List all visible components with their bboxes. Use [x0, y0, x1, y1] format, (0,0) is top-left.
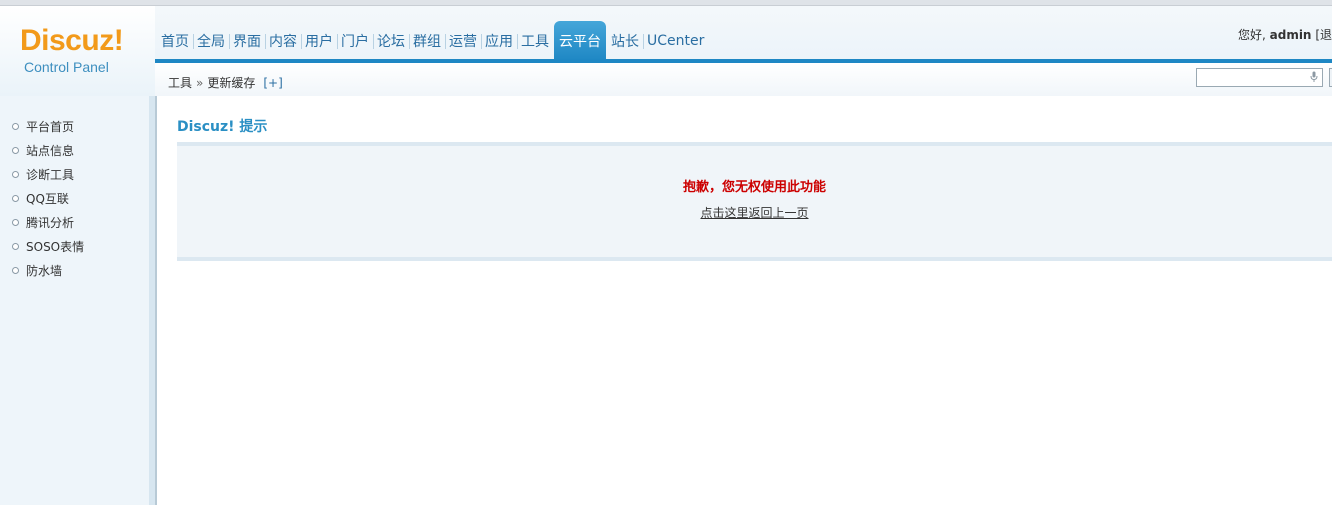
- nav-item-ucenter[interactable]: UCenter: [643, 21, 708, 61]
- sidebar-item-qq-connect[interactable]: QQ互联: [0, 186, 157, 210]
- sidebar-item-site-info[interactable]: 站点信息: [0, 138, 157, 162]
- main-nav: 首页 全局 界面 内容 用户 门户 论坛 群组 运营 应用 工具 云平台 站长 …: [157, 21, 708, 61]
- sidebar-item-label: 站点信息: [26, 143, 75, 158]
- error-message: 抱歉，您无权使用此功能: [682, 180, 826, 195]
- nav-item-tools[interactable]: 工具: [517, 21, 553, 61]
- circle-bullet-icon: [12, 194, 19, 202]
- add-shortcut-link[interactable]: [+]: [263, 76, 282, 90]
- sidebar: 平台首页 站点信息 诊断工具 QQ互联 腾讯分析 SOSO表情 防水墙: [0, 96, 157, 505]
- circle-bullet-icon: [12, 146, 19, 154]
- logo-title: Discuz!: [20, 24, 124, 57]
- sidebar-item-label: QQ互联: [26, 191, 69, 206]
- nav-item-apps[interactable]: 应用: [481, 21, 517, 61]
- sidebar-item-label: 平台首页: [26, 119, 75, 134]
- page-title: Discuz! 提示: [177, 119, 268, 135]
- sidebar-item-label: SOSO表情: [26, 239, 85, 254]
- nav-item-content[interactable]: 内容: [265, 21, 301, 61]
- header: Discuz! Control Panel 首页 全局 界面 内容 用户 门户 …: [0, 6, 1332, 96]
- sidebar-menu: 平台首页 站点信息 诊断工具 QQ互联 腾讯分析 SOSO表情 防水墙: [0, 96, 157, 282]
- greeting-text: 您好,: [1237, 28, 1266, 42]
- nav-item-webmaster[interactable]: 站长: [607, 21, 643, 61]
- sub-bar: 工具 » 更新缓存 [+]: [155, 63, 1332, 96]
- breadcrumb-page: 更新缓存: [207, 76, 256, 90]
- sidebar-item-label: 防水墙: [26, 263, 63, 278]
- circle-bullet-icon: [12, 122, 19, 130]
- microphone-icon[interactable]: [1310, 71, 1318, 83]
- logout-link[interactable]: [退: [1315, 28, 1332, 42]
- nav-item-portal[interactable]: 门户: [337, 21, 373, 61]
- circle-bullet-icon: [12, 218, 19, 226]
- nav-item-interface[interactable]: 界面: [229, 21, 265, 61]
- breadcrumb-section[interactable]: 工具: [168, 74, 192, 91]
- nav-item-users[interactable]: 用户: [301, 21, 337, 61]
- nav-item-groups[interactable]: 群组: [409, 21, 445, 61]
- logo-subtitle: Control Panel: [24, 59, 109, 75]
- username: admin: [1269, 28, 1312, 42]
- breadcrumb-separator: »: [196, 75, 204, 90]
- message-box: 抱歉，您无权使用此功能 点击这里返回上一页: [177, 142, 1332, 261]
- circle-bullet-icon: [12, 170, 19, 178]
- circle-bullet-icon: [12, 266, 19, 274]
- nav-item-cloud[interactable]: 云平台: [554, 21, 606, 61]
- nav-item-global[interactable]: 全局: [193, 21, 229, 61]
- sidebar-item-firewall[interactable]: 防水墙: [0, 258, 157, 282]
- sidebar-item-tencent-analytics[interactable]: 腾讯分析: [0, 210, 157, 234]
- search-input[interactable]: [1196, 68, 1323, 87]
- user-info: 您好, admin [退: [1238, 26, 1332, 43]
- nav-item-operations[interactable]: 运营: [445, 21, 481, 61]
- sidebar-item-label: 诊断工具: [26, 167, 75, 182]
- back-link-row: 点击这里返回上一页: [177, 204, 1332, 221]
- nav-item-forum[interactable]: 论坛: [373, 21, 409, 61]
- sidebar-item-label: 腾讯分析: [26, 215, 75, 230]
- sidebar-item-platform-home[interactable]: 平台首页: [0, 114, 157, 138]
- sidebar-item-diagnostics[interactable]: 诊断工具: [0, 162, 157, 186]
- main-content: Discuz! 提示 抱歉，您无权使用此功能 点击这里返回上一页: [157, 96, 1332, 505]
- nav-item-home[interactable]: 首页: [157, 21, 193, 61]
- back-link[interactable]: 点击这里返回上一页: [700, 206, 808, 220]
- circle-bullet-icon: [12, 242, 19, 250]
- breadcrumb: 工具 » 更新缓存 [+]: [168, 74, 283, 91]
- logo[interactable]: Discuz! Control Panel: [0, 6, 155, 96]
- sidebar-item-soso-emoticons[interactable]: SOSO表情: [0, 234, 157, 258]
